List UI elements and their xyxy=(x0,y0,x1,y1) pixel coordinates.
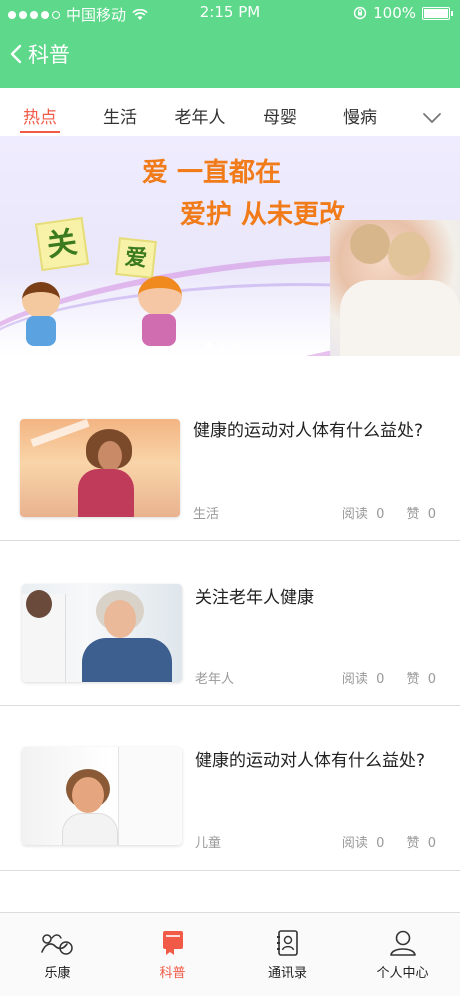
like-label: 赞 xyxy=(406,507,420,522)
like-count: 0 xyxy=(427,672,436,687)
list-item[interactable]: 健康的运动对人体有什么益处? 生活 阅读 0 赞 0 xyxy=(0,376,460,541)
banner-slogan-line1: 爱 一直都在 xyxy=(142,158,282,188)
cartoon-girl-body xyxy=(142,314,176,346)
status-right: 100% xyxy=(353,4,453,22)
like-count: 0 xyxy=(427,836,436,851)
like-label: 赞 xyxy=(406,836,420,851)
promo-banner[interactable]: 爱 一直都在 爱护 从未更改 关 爱 xyxy=(0,136,460,356)
back-button[interactable]: 科普 xyxy=(0,39,70,69)
like-count: 0 xyxy=(427,507,436,522)
read-label: 阅读 xyxy=(341,507,368,522)
read-count: 0 xyxy=(376,672,385,687)
article-stats: 阅读 0 赞 0 xyxy=(342,503,436,522)
pager-dot-3[interactable] xyxy=(234,342,240,348)
article-category: 生活 xyxy=(193,507,220,522)
article-thumbnail-child xyxy=(22,747,182,845)
nav-bar: 科普 xyxy=(0,32,460,76)
tab-elderly[interactable]: 老年人 xyxy=(160,98,240,138)
cartoon-girl-head xyxy=(138,276,182,316)
list-item[interactable]: 关注老年人健康 老年人 阅读 0 赞 0 xyxy=(0,541,460,706)
article-category: 老年人 xyxy=(195,672,235,687)
read-count: 0 xyxy=(376,836,385,851)
article-title: 健康的运动对人体有什么益处? xyxy=(195,751,426,771)
tabbar-label: 个人中心 xyxy=(376,965,429,981)
bottom-tab-bar: 乐康 科普 通讯录 个人中心 xyxy=(0,912,460,996)
read-label: 阅读 xyxy=(341,836,368,851)
app-header: 中国移动 2:15 PM 100% 科普 xyxy=(0,0,460,88)
lekang-logo-icon xyxy=(40,933,73,955)
chevron-left-icon xyxy=(10,44,22,64)
battery-icon xyxy=(422,6,453,20)
banner-sign-guan: 关 xyxy=(34,216,90,272)
article-stats: 阅读 0 赞 0 xyxy=(342,668,436,687)
person-icon xyxy=(389,930,416,956)
pager-dot-2[interactable] xyxy=(220,342,226,348)
tab-life[interactable]: 生活 xyxy=(80,98,160,138)
book-icon xyxy=(162,930,183,955)
tabbar-item-profile[interactable]: 个人中心 xyxy=(345,913,460,996)
banner-slogan-line2: 爱护 从未更改 xyxy=(180,200,346,230)
cartoon-boy-head xyxy=(22,282,60,318)
status-bar: 中国移动 2:15 PM 100% xyxy=(0,0,460,26)
tabbar-item-contacts[interactable]: 通讯录 xyxy=(230,913,345,996)
tab-chronic-disease[interactable]: 慢病 xyxy=(320,98,400,138)
banner-pager xyxy=(206,342,240,348)
banner-sign-ai: 爱 xyxy=(115,237,157,279)
battery-percent: 100% xyxy=(373,4,416,22)
tab-maternal-infant[interactable]: 母婴 xyxy=(240,98,320,138)
tab-hot[interactable]: 热点 xyxy=(0,98,80,138)
read-count: 0 xyxy=(376,507,385,522)
article-thumbnail-elderly xyxy=(22,584,182,682)
tabbar-label: 科普 xyxy=(159,965,186,981)
article-title: 健康的运动对人体有什么益处? xyxy=(193,421,424,441)
contacts-icon xyxy=(276,929,298,956)
tabbar-item-science[interactable]: 科普 xyxy=(115,913,230,996)
article-title: 关注老年人健康 xyxy=(195,588,314,608)
tabbar-label: 乐康 xyxy=(44,965,71,981)
banner-children-photo xyxy=(330,220,460,356)
tabbar-label: 通讯录 xyxy=(267,965,307,981)
cartoon-boy-body xyxy=(26,316,56,346)
pager-dot-1[interactable] xyxy=(206,342,212,348)
category-tabs: 热点 生活 老年人 母婴 慢病 xyxy=(0,98,460,138)
chevron-down-icon[interactable] xyxy=(422,108,442,128)
article-thumbnail-runner xyxy=(20,419,180,517)
rotation-lock-icon xyxy=(353,6,367,20)
article-category: 儿童 xyxy=(195,836,222,851)
read-label: 阅读 xyxy=(341,672,368,687)
article-stats: 阅读 0 赞 0 xyxy=(342,832,436,851)
tabbar-item-lekang[interactable]: 乐康 xyxy=(0,913,115,996)
page-title: 科普 xyxy=(28,43,70,67)
list-item[interactable]: 健康的运动对人体有什么益处? 儿童 阅读 0 赞 0 xyxy=(0,706,460,871)
like-label: 赞 xyxy=(406,672,420,687)
